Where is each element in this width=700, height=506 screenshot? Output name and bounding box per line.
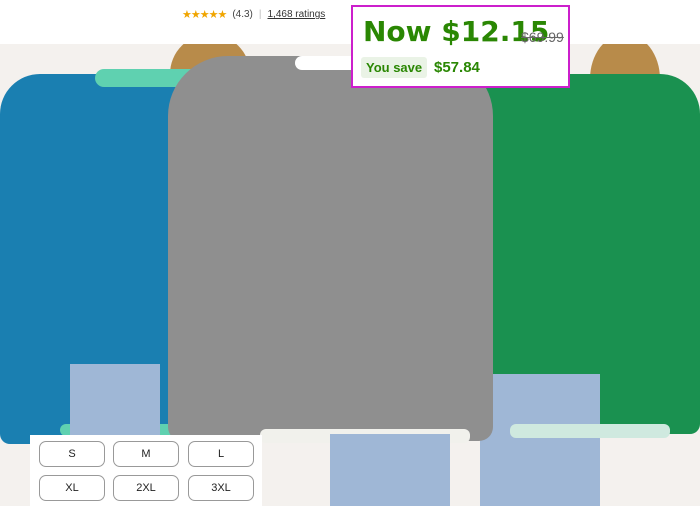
- jeans-right: [480, 374, 600, 506]
- size-selector: S M L XL 2XL 3XL: [30, 435, 262, 506]
- rating-row: ★★★★★ (4.3) | 1,468 ratings: [182, 8, 325, 21]
- jeans-center: [330, 434, 450, 506]
- original-price: $69.99: [521, 29, 564, 45]
- size-2xl-button[interactable]: 2XL: [113, 475, 179, 501]
- rating-separator: |: [258, 9, 262, 20]
- green-hem-trim: [510, 424, 670, 438]
- size-s-button[interactable]: S: [39, 441, 105, 467]
- size-l-button[interactable]: L: [188, 441, 254, 467]
- product-page: ★★★★★ (4.3) | 1,468 ratings Now $12.15 $…: [0, 0, 700, 506]
- savings-amount: $57.84: [434, 59, 480, 76]
- size-3xl-button[interactable]: 3XL: [188, 475, 254, 501]
- savings-label: You save: [361, 57, 428, 78]
- size-xl-button[interactable]: XL: [39, 475, 105, 501]
- price-highlight-box: Now $12.15 $69.99 You save $57.84: [351, 5, 570, 88]
- sweatshirt-gray: [168, 56, 493, 441]
- rating-score: (4.3): [232, 9, 253, 20]
- ratings-count-link[interactable]: 1,468 ratings: [267, 9, 325, 20]
- size-m-button[interactable]: M: [113, 441, 179, 467]
- rating-stars-icon: ★★★★★: [182, 9, 227, 21]
